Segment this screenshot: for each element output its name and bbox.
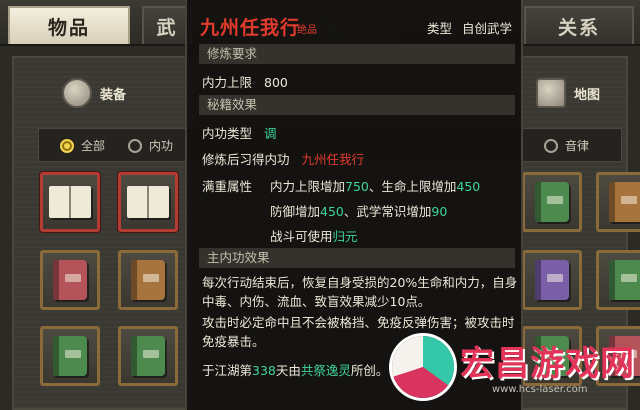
item-slot[interactable] bbox=[522, 250, 582, 310]
radio-icon bbox=[128, 138, 142, 153]
site-watermark: 宏昌游戏网 www.hcs-laser.com bbox=[388, 330, 640, 410]
item-grade: 绝品 bbox=[297, 25, 317, 36]
tab-relation[interactable]: 关系 bbox=[524, 6, 634, 44]
book-icon bbox=[535, 260, 569, 300]
filter-all[interactable]: 全部 bbox=[60, 137, 105, 154]
full-attr-line-1: 内力上限增加750、生命上限增加450 bbox=[270, 179, 481, 194]
book-icon bbox=[131, 336, 165, 376]
watermark-logo-icon bbox=[392, 336, 454, 398]
section-requirement: 修炼要求 bbox=[199, 44, 515, 64]
learn-row: 修炼后习得内功 九州任我行 bbox=[202, 152, 365, 167]
filter-music[interactable]: 音律 bbox=[544, 137, 589, 154]
item-slot[interactable] bbox=[40, 172, 100, 232]
item-slot[interactable] bbox=[596, 172, 640, 232]
tab-items[interactable]: 物品 bbox=[8, 6, 130, 44]
full-attr-label: 满重属性 bbox=[202, 179, 253, 194]
book-icon bbox=[535, 182, 569, 222]
item-slot[interactable] bbox=[118, 250, 178, 310]
creator-line: 于江湖第338天由共祭逸灵所创。 bbox=[202, 363, 389, 378]
watermark-url: www.hcs-laser.com bbox=[492, 384, 588, 395]
item-type: 类型 自创武学 bbox=[427, 21, 513, 36]
book-icon bbox=[53, 336, 87, 376]
filter-neigong[interactable]: 内功 bbox=[128, 137, 173, 154]
book-icon bbox=[53, 260, 87, 300]
book-icon bbox=[609, 260, 640, 300]
item-slot[interactable] bbox=[40, 250, 100, 310]
radio-selected-icon bbox=[60, 138, 74, 153]
map-icon bbox=[536, 78, 566, 108]
section-main-neigong: 主内功效果 bbox=[199, 248, 515, 268]
category-equip[interactable]: 装备 bbox=[62, 78, 126, 108]
full-attr-line-3: 战斗可使用归元 bbox=[270, 229, 358, 244]
item-slot[interactable] bbox=[118, 172, 178, 232]
item-slot[interactable] bbox=[118, 326, 178, 386]
item-title: 九州任我行 bbox=[200, 17, 301, 39]
radio-icon bbox=[544, 138, 558, 153]
section-secret-effect: 秘籍效果 bbox=[199, 95, 515, 115]
item-slot[interactable] bbox=[40, 326, 100, 386]
category-map[interactable]: 地图 bbox=[536, 78, 600, 108]
open-book-icon bbox=[127, 186, 169, 218]
neigong-type-row: 内功类型调 bbox=[202, 126, 277, 141]
watermark-name: 宏昌游戏网 bbox=[460, 344, 635, 384]
item-slot[interactable] bbox=[522, 172, 582, 232]
requirement-row: 内力上限 800 bbox=[202, 75, 288, 90]
book-icon bbox=[131, 260, 165, 300]
armor-icon bbox=[62, 78, 92, 108]
item-slot[interactable] bbox=[596, 250, 640, 310]
effect-paragraph-1: 每次行动结束后，恢复自身受损的20%生命和内力，自身中毒、内伤、流血、致盲效果减… bbox=[202, 275, 518, 309]
book-icon bbox=[609, 182, 640, 222]
full-attr-line-2: 防御增加450、武学常识增加90 bbox=[270, 204, 448, 219]
open-book-icon bbox=[49, 186, 91, 218]
